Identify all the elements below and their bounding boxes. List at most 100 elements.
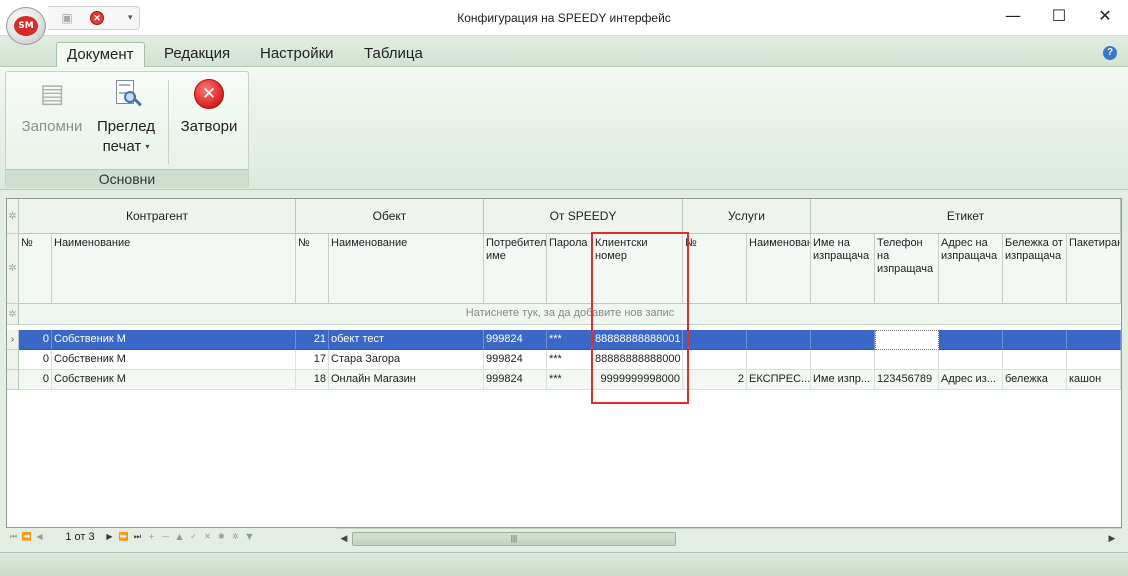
append-icon[interactable]: + <box>146 530 157 544</box>
band-obekt[interactable]: Обект <box>296 199 484 234</box>
cell-packing[interactable] <box>1067 330 1121 350</box>
edit-icon[interactable]: ▲ <box>174 530 185 544</box>
cell-password[interactable]: *** <box>547 370 593 390</box>
bookmark-icon[interactable]: ✱ <box>216 530 227 544</box>
next-record-icon[interactable]: ▶ <box>104 530 115 544</box>
cell-o-no[interactable]: 18 <box>296 370 329 390</box>
cell-packing[interactable] <box>1067 350 1121 370</box>
ribbon: ▤ Запомни Преглед печат ▾ ✕ Затвори Осно… <box>0 67 1128 190</box>
cell-o-name[interactable]: Стара Загора <box>329 350 484 370</box>
cell-u-no[interactable] <box>683 330 747 350</box>
maximize-button[interactable]: ☐ <box>1036 0 1082 32</box>
first-page-icon[interactable]: ⏮ <box>8 530 19 544</box>
cell-o-name[interactable]: Онлайн Магазин <box>329 370 484 390</box>
cell-u-name[interactable] <box>747 330 811 350</box>
column-header-u-no[interactable]: № <box>683 234 747 304</box>
column-header-packing[interactable]: Пакетиране <box>1067 234 1121 304</box>
column-header-sender-note[interactable]: Бележка от изпращача <box>1003 234 1067 304</box>
filter-icon[interactable]: ▼ <box>244 530 255 544</box>
cell-o-name[interactable]: обект тест <box>329 330 484 350</box>
band-kontragent[interactable]: Контрагент <box>19 199 296 234</box>
cell-k-no[interactable]: 0 <box>19 350 52 370</box>
next-page-icon[interactable]: ⏩ <box>118 530 129 544</box>
prev-record-icon[interactable]: ◀ <box>34 530 45 544</box>
cell-sender-note[interactable]: бележка <box>1003 370 1067 390</box>
minimize-button[interactable]: — <box>990 0 1036 32</box>
column-header-sender-address[interactable]: Адрес на изпращача <box>939 234 1003 304</box>
cell-password[interactable]: *** <box>547 350 593 370</box>
application-menu-button[interactable]: SM <box>6 7 46 45</box>
cell-k-name[interactable]: Собственик М <box>52 350 296 370</box>
ribbon-group-basic: ▤ Запомни Преглед печат ▾ ✕ Затвори Осно… <box>5 71 249 188</box>
cell-o-no[interactable]: 17 <box>296 350 329 370</box>
delete-icon[interactable]: — <box>160 530 171 544</box>
tab-settings[interactable]: Настройки <box>250 42 344 68</box>
confirm-icon[interactable]: ✓ <box>188 530 199 544</box>
column-header-sender-name[interactable]: Име на изпращача <box>811 234 875 304</box>
scrollbar-thumb[interactable]: ||| <box>352 532 676 546</box>
column-header-password[interactable]: Парола <box>547 234 593 304</box>
cell-k-no[interactable]: 0 <box>19 370 52 390</box>
cell-u-no[interactable]: 2 <box>683 370 747 390</box>
column-header-client-number[interactable]: Клиентски номер <box>593 234 683 304</box>
cell-sender-note[interactable] <box>1003 330 1067 350</box>
ribbon-tabs: Документ Редакция Настройки Таблица ? <box>0 36 1128 68</box>
chevron-down-icon: ▾ <box>145 142 150 151</box>
cell-sender-phone[interactable] <box>875 350 939 370</box>
prev-page-icon[interactable]: ⏪ <box>21 530 32 544</box>
cell-user[interactable]: 999824 <box>484 350 547 370</box>
cell-u-name[interactable]: ЕКСПРЕС... <box>747 370 811 390</box>
cell-sender-note[interactable] <box>1003 350 1067 370</box>
tab-document[interactable]: Документ <box>56 42 145 68</box>
column-header-k-no[interactable]: № <box>19 234 52 304</box>
cell-sender-address[interactable] <box>939 350 1003 370</box>
cell-sender-name[interactable] <box>811 350 875 370</box>
cell-o-no[interactable]: 21 <box>296 330 329 350</box>
cell-password[interactable]: *** <box>547 330 593 350</box>
cell-sender-phone[interactable]: 123456789 <box>875 370 939 390</box>
save-button[interactable]: ▤ Запомни <box>12 78 92 137</box>
new-record-row[interactable]: Натиснете тук, за да добавите нов запис <box>19 304 1121 325</box>
horizontal-scrollbar[interactable]: ◀ ||| ▶ <box>336 528 1122 548</box>
cell-user[interactable]: 999824 <box>484 330 547 350</box>
close-button[interactable]: ✕ Затвори <box>172 78 246 137</box>
close-window-button[interactable]: ✕ <box>1082 0 1128 32</box>
cell-u-no[interactable] <box>683 350 747 370</box>
column-header-user[interactable]: Потребителско име <box>484 234 547 304</box>
data-grid[interactable]: ✲ ✲ ✲ › Контрагент Обект От SPEEDY Услуг… <box>6 198 1122 528</box>
scroll-left-icon[interactable]: ◀ <box>338 532 350 546</box>
column-header-u-name[interactable]: Наименование <box>747 234 811 304</box>
band-uslugi[interactable]: Услуги <box>683 199 811 234</box>
cell-sender-name[interactable] <box>811 330 875 350</box>
cell-sender-phone[interactable] <box>875 330 939 350</box>
cell-user[interactable]: 999824 <box>484 370 547 390</box>
cell-k-no[interactable]: 0 <box>19 330 52 350</box>
band-etiket[interactable]: Етикет <box>811 199 1121 234</box>
goto-bookmark-icon[interactable]: ✲ <box>230 530 241 544</box>
row-indicator <box>7 350 19 370</box>
scroll-right-icon[interactable]: ▶ <box>1106 532 1118 546</box>
cell-packing[interactable]: кашон <box>1067 370 1121 390</box>
cell-k-name[interactable]: Собственик М <box>52 370 296 390</box>
cell-k-name[interactable]: Собственик М <box>52 330 296 350</box>
cell-sender-address[interactable]: Адрес из... <box>939 370 1003 390</box>
help-icon[interactable]: ? <box>1103 46 1117 60</box>
column-header-k-name[interactable]: Наименование <box>52 234 296 304</box>
column-header-o-no[interactable]: № <box>296 234 329 304</box>
tab-table[interactable]: Таблица <box>354 42 433 68</box>
tab-edit[interactable]: Редакция <box>154 42 240 68</box>
cell-client-number[interactable]: 88888888888001 <box>593 330 683 350</box>
page-indicator: 1 от 3 <box>65 531 95 543</box>
new-row-indicator: ✲ <box>7 304 19 325</box>
last-page-icon[interactable]: ⏭ <box>132 530 143 544</box>
cell-sender-name[interactable]: Име изпр... <box>811 370 875 390</box>
cancel-icon[interactable]: ✕ <box>202 530 213 544</box>
print-preview-button[interactable]: Преглед печат ▾ <box>90 78 162 157</box>
band-ot-speedy[interactable]: От SPEEDY <box>484 199 683 234</box>
column-header-o-name[interactable]: Наименование <box>329 234 484 304</box>
cell-client-number[interactable]: 9999999998000 <box>593 370 683 390</box>
column-header-sender-phone[interactable]: Телефон на изпращача <box>875 234 939 304</box>
cell-sender-address[interactable] <box>939 330 1003 350</box>
cell-u-name[interactable] <box>747 350 811 370</box>
cell-client-number[interactable]: 88888888888000 <box>593 350 683 370</box>
